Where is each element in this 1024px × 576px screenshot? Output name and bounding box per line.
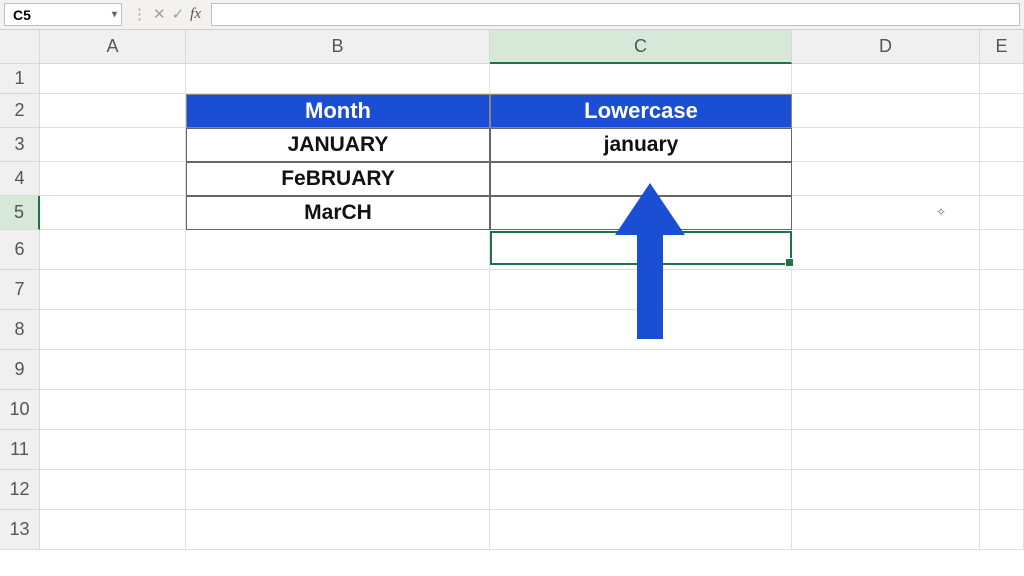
cell[interactable]	[792, 310, 980, 350]
cell[interactable]	[186, 390, 490, 430]
cell[interactable]	[792, 430, 980, 470]
cell[interactable]	[40, 64, 186, 94]
row-header[interactable]: 2	[0, 94, 40, 128]
cell[interactable]	[980, 94, 1024, 128]
cell[interactable]	[792, 270, 980, 310]
cell[interactable]	[490, 470, 792, 510]
cell[interactable]	[490, 430, 792, 470]
cell[interactable]	[792, 196, 980, 230]
row-header[interactable]: 8	[0, 310, 40, 350]
divider-icon: ⋮	[132, 7, 147, 22]
cell[interactable]	[40, 94, 186, 128]
cell[interactable]	[40, 128, 186, 162]
table-cell[interactable]: JANUARY	[186, 128, 490, 162]
active-cell[interactable]	[490, 196, 792, 230]
cell[interactable]	[186, 470, 490, 510]
formula-bar: C5 ▾ ⋮ ✕ ✓ fx	[0, 0, 1024, 30]
row-header[interactable]: 3	[0, 128, 40, 162]
table-header-lowercase[interactable]: Lowercase	[490, 94, 792, 128]
cell[interactable]	[40, 230, 186, 270]
formula-input[interactable]	[211, 3, 1020, 26]
cell[interactable]	[980, 128, 1024, 162]
cell[interactable]	[186, 230, 490, 270]
table-cell[interactable]	[490, 162, 792, 196]
cell[interactable]	[40, 390, 186, 430]
cell[interactable]	[490, 350, 792, 390]
cell[interactable]	[980, 310, 1024, 350]
table-cell[interactable]: MarCH	[186, 196, 490, 230]
cell[interactable]	[186, 64, 490, 94]
cell[interactable]	[40, 350, 186, 390]
chevron-down-icon[interactable]: ▾	[112, 9, 117, 20]
cell[interactable]	[490, 510, 792, 550]
row-header[interactable]: 5	[0, 196, 40, 230]
row-header[interactable]: 12	[0, 470, 40, 510]
cell[interactable]	[792, 390, 980, 430]
column-header[interactable]: E	[980, 30, 1024, 64]
cell[interactable]	[490, 270, 792, 310]
cell[interactable]	[980, 162, 1024, 196]
row-header[interactable]: 1	[0, 64, 40, 94]
cell[interactable]	[40, 162, 186, 196]
cell[interactable]	[980, 196, 1024, 230]
row-header[interactable]: 10	[0, 390, 40, 430]
cell[interactable]	[792, 128, 980, 162]
column-header[interactable]: A	[40, 30, 186, 64]
row-header[interactable]: 6	[0, 230, 40, 270]
cell[interactable]	[40, 310, 186, 350]
cell[interactable]	[490, 230, 792, 270]
column-header[interactable]: B	[186, 30, 490, 64]
table-cell[interactable]: FeBRUARY	[186, 162, 490, 196]
table-header-month[interactable]: Month	[186, 94, 490, 128]
cell[interactable]	[490, 64, 792, 94]
cell[interactable]	[980, 270, 1024, 310]
cell[interactable]	[792, 94, 980, 128]
cell[interactable]	[186, 510, 490, 550]
column-header[interactable]: D	[792, 30, 980, 64]
cell[interactable]	[186, 270, 490, 310]
cell[interactable]	[40, 470, 186, 510]
cell[interactable]	[40, 270, 186, 310]
row-header[interactable]: 9	[0, 350, 40, 390]
formula-bar-buttons: ⋮ ✕ ✓ fx	[122, 0, 211, 29]
cell[interactable]	[40, 510, 186, 550]
cell[interactable]	[980, 430, 1024, 470]
row-header[interactable]: 13	[0, 510, 40, 550]
cell[interactable]	[490, 390, 792, 430]
cell[interactable]	[980, 230, 1024, 270]
cell[interactable]	[792, 350, 980, 390]
cell[interactable]	[792, 230, 980, 270]
cell[interactable]	[40, 430, 186, 470]
row-header[interactable]: 4	[0, 162, 40, 196]
row-header[interactable]: 11	[0, 430, 40, 470]
name-box[interactable]: C5 ▾	[4, 3, 122, 26]
table-cell[interactable]: january	[490, 128, 792, 162]
cell[interactable]	[490, 310, 792, 350]
confirm-icon[interactable]: ✓	[172, 7, 185, 22]
cell[interactable]	[980, 470, 1024, 510]
cell[interactable]	[186, 310, 490, 350]
cell[interactable]	[186, 350, 490, 390]
cell[interactable]	[980, 390, 1024, 430]
spreadsheet-grid[interactable]: A B C D E 1 2 3 4 5 6 7 8 9 10 11 12 13 …	[0, 30, 1024, 550]
cell[interactable]	[40, 196, 186, 230]
cell[interactable]	[792, 470, 980, 510]
cell[interactable]	[792, 64, 980, 94]
cursor-icon: ✧	[936, 205, 946, 219]
column-header[interactable]: C	[490, 30, 792, 64]
cell[interactable]	[980, 510, 1024, 550]
name-box-value: C5	[13, 7, 31, 23]
cell[interactable]	[980, 64, 1024, 94]
fx-icon[interactable]: fx	[190, 7, 201, 22]
row-header[interactable]: 7	[0, 270, 40, 310]
cell[interactable]	[792, 162, 980, 196]
cancel-icon[interactable]: ✕	[153, 7, 166, 22]
cell[interactable]	[792, 510, 980, 550]
cell[interactable]	[980, 350, 1024, 390]
select-all-corner[interactable]	[0, 30, 40, 64]
cell[interactable]	[186, 430, 490, 470]
